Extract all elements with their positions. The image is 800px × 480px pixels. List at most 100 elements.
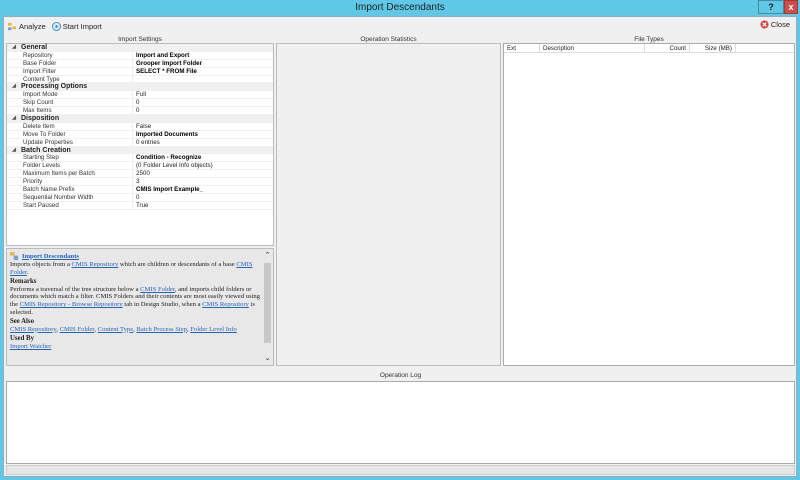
link-cmis-folder[interactable]: CMIS Folder [140, 286, 175, 293]
analyze-button[interactable]: Analyze [8, 22, 46, 31]
analyze-icon [8, 22, 17, 30]
col-size[interactable]: Size (MB) [690, 44, 736, 52]
scroll-down-icon[interactable]: ⌄ [263, 355, 272, 363]
link-cmis-repository[interactable]: CMIS Repository [202, 301, 249, 308]
property-row[interactable]: Folder Levels (0 Folder Level Info object… [7, 162, 273, 171]
property-name: Move To Folder [23, 130, 66, 138]
operation-log[interactable] [6, 381, 795, 464]
property-value[interactable]: 2500 [132, 170, 273, 177]
file-types-table: Ext Description Count Size (MB) [503, 43, 795, 366]
property-value[interactable]: 0 [132, 107, 273, 114]
scroll-thumb[interactable] [264, 263, 271, 343]
property-name: Maximum Items per Batch [23, 170, 95, 178]
category-processing-options[interactable]: ◢ Processing Options [7, 83, 273, 92]
property-name: Update Properties [23, 138, 73, 146]
property-value[interactable]: Full [132, 91, 273, 98]
collapse-icon[interactable]: ◢ [7, 83, 21, 91]
property-row[interactable]: Batch Name Prefix CMIS Import Example_ [7, 186, 273, 194]
window-close-button[interactable]: x [784, 0, 798, 14]
property-row[interactable]: Move To Folder Imported Documents [7, 130, 273, 139]
property-row[interactable]: Delete Item False [7, 122, 273, 131]
property-row[interactable]: Import Mode Full [7, 91, 273, 100]
link[interactable]: Folder Level Info [190, 326, 237, 333]
link[interactable]: Batch Process Step [136, 326, 187, 333]
property-row[interactable]: Priority 3 [7, 178, 273, 187]
property-row[interactable]: Base Folder Grooper Import Folder [7, 59, 273, 68]
category-label: Processing Options [21, 83, 88, 91]
property-row[interactable]: Import Filter SELECT * FROM File [7, 67, 273, 76]
collapse-icon[interactable]: ◢ [7, 44, 21, 52]
col-ext[interactable]: Ext [504, 44, 540, 52]
link-browse-repository[interactable]: CMIS Repository - Browse Repository [20, 301, 123, 308]
property-name: Delete Item [23, 122, 55, 130]
see-also-heading: See Also [10, 318, 34, 326]
help-title-link[interactable]: Import Descendants [22, 253, 79, 261]
close-circle-icon [760, 20, 769, 29]
category-label: Disposition [21, 115, 60, 123]
property-value[interactable]: (0 Folder Level Info objects) [132, 162, 273, 169]
property-value[interactable]: True [132, 201, 273, 209]
property-row[interactable]: Maximum Items per Batch 2500 [7, 170, 273, 179]
category-batch-creation[interactable]: ◢ Batch Creation [7, 146, 273, 155]
property-value[interactable]: 0 [132, 193, 273, 201]
category-label: Batch Creation [21, 146, 71, 154]
close-button[interactable]: Close [760, 20, 790, 29]
property-row[interactable]: Update Properties 0 entries [7, 138, 273, 147]
col-description[interactable]: Description [540, 44, 645, 52]
help-remarks: Performs a traversal of the tree structu… [10, 286, 261, 316]
property-value[interactable]: 3 [132, 178, 273, 185]
property-value[interactable]: Import and Export [132, 51, 273, 59]
property-row[interactable]: Start Paused True [7, 201, 273, 210]
see-also-links: CMIS Repository, CMIS Folder, Content Ty… [10, 325, 237, 333]
operation-log-header: Operation Log [379, 372, 422, 379]
property-value[interactable]: False [132, 122, 273, 130]
close-label: Close [770, 20, 790, 29]
property-value[interactable]: Grooper Import Folder [132, 59, 273, 67]
property-value[interactable]: Imported Documents [132, 130, 273, 138]
link[interactable]: CMIS Repository [10, 326, 56, 333]
scroll-up-icon[interactable]: ⌃ [263, 251, 272, 259]
col-count[interactable]: Count [645, 44, 690, 52]
property-row[interactable]: Skip Count 0 [7, 99, 273, 108]
property-grid[interactable]: ◢ General Repository Import and Export Base … [6, 43, 274, 246]
link-cmis-repository[interactable]: CMIS Repository [72, 261, 119, 268]
window-title: Import Descendants [355, 2, 445, 13]
text: which are children or descendants of a b… [118, 261, 237, 268]
dialog: Analyze Start Import Close Import Settin… [3, 16, 797, 477]
object-icon [10, 252, 19, 261]
property-value[interactable]: 0 [132, 99, 273, 106]
property-row[interactable]: Starting Step Condition - Recognize [7, 154, 273, 163]
collapse-icon[interactable]: ◢ [7, 115, 21, 123]
status-bar [6, 465, 795, 475]
link[interactable]: Content Type [98, 326, 134, 333]
property-value[interactable]: SELECT * FROM File [132, 67, 273, 75]
text: . [26, 268, 29, 276]
help-button[interactable]: ? [758, 0, 784, 14]
start-import-button[interactable]: Start Import [51, 21, 102, 31]
property-name: Import Mode [23, 91, 58, 99]
property-value[interactable]: Condition - Recognize [132, 154, 273, 161]
property-value[interactable]: 0 entries [132, 138, 273, 146]
collapse-icon[interactable]: ◢ [7, 147, 21, 155]
property-name: Skip Count [23, 99, 54, 107]
property-value[interactable] [132, 75, 273, 83]
link[interactable]: CMIS Folder [60, 326, 95, 333]
property-name: Starting Step [23, 154, 59, 162]
property-row[interactable]: Sequential Number Width 0 [7, 193, 273, 202]
property-row[interactable]: Repository Import and Export [7, 51, 273, 60]
category-label: General [21, 44, 48, 51]
help-panel: Import Descendants Imports objects from … [6, 248, 274, 366]
property-name: Batch Name Prefix [23, 186, 75, 194]
property-row[interactable]: Content Type [7, 75, 273, 84]
category-general[interactable]: ◢ General [7, 44, 273, 52]
category-disposition[interactable]: ◢ Disposition [7, 115, 273, 123]
text: Imports objects from a [10, 261, 72, 268]
operation-statistics-header: Operation Statistics [360, 36, 417, 43]
property-name: Start Paused [23, 201, 59, 209]
property-name: Base Folder [23, 59, 57, 67]
start-import-label: Start Import [62, 21, 102, 31]
property-value[interactable]: CMIS Import Example_ [132, 186, 273, 193]
property-row[interactable]: Max Items 0 [7, 107, 273, 116]
help-scrollbar[interactable]: ⌃ ⌄ [263, 251, 272, 363]
link-import-watcher[interactable]: Import Watcher [10, 343, 51, 350]
